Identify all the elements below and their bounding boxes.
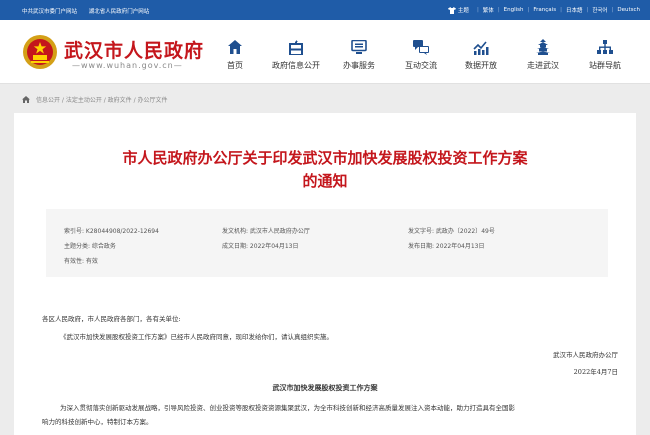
article-title-line-2: 的通知 <box>302 172 348 190</box>
divider: | <box>476 7 479 13</box>
top-bar: 中共武汉市委门户网站 湖北省人民政府门户网站 主题 | 繁体 | English… <box>0 0 650 20</box>
nav-label: 办事服务 <box>343 61 375 70</box>
lang-korean[interactable]: 한국어 <box>592 6 607 14</box>
nav-label: 站群导航 <box>589 61 621 70</box>
site-header: 武汉市人民政府 —www.wuhan.gov.cn— 首页 政府信息公开 办事服… <box>0 20 650 84</box>
top-links: 中共武汉市委门户网站 湖北省人民政府门户网站 <box>22 7 159 15</box>
meta-validity: 有效性: 有效 <box>64 258 98 265</box>
salutation: 各区人民政府，市人民政府各部门，各有关单位: <box>42 315 181 323</box>
meta-publish-date: 发布日期: 2022年04月13日 <box>408 243 485 250</box>
data-chart-icon <box>473 40 489 55</box>
meta-created-date: 成文日期: 2022年04月13日 <box>222 243 299 250</box>
nav-gov-info[interactable]: 政府信息公开 <box>265 38 327 78</box>
document-metadata: 索引号: K28044908/2022-12694 发文机构: 武汉市人民政府办… <box>46 209 608 277</box>
breadcrumb-path[interactable]: 信息公开 / 法定主动公开 / 政府文件 / 办公厅文件 <box>36 95 168 104</box>
meta-index-number: 索引号: K28044908/2022-12694 <box>64 228 159 235</box>
lang-german[interactable]: Deutsch <box>617 7 640 13</box>
site-map-icon <box>597 39 613 54</box>
site-title[interactable]: 武汉市人民政府 <box>64 36 204 63</box>
article-title-line-1: 市人民政府办公厅关于印发武汉市加快发展股权投资工作方案 <box>122 149 528 167</box>
site-url: —www.wuhan.gov.cn— <box>72 61 183 70</box>
nav-label: 数据开放 <box>465 61 497 70</box>
divider: | <box>527 7 530 13</box>
nav-home[interactable]: 首页 <box>222 38 248 78</box>
home-icon[interactable] <box>22 96 30 103</box>
breadcrumb: 信息公开 / 法定主动公开 / 政府文件 / 办公厅文件 <box>22 95 168 104</box>
theme-switch[interactable]: 主题 <box>447 6 469 14</box>
article-panel: 市人民政府办公厅关于印发武汉市加快发展股权投资工作方案 的通知 索引号: K28… <box>14 113 636 435</box>
lang-french[interactable]: Français <box>533 7 556 13</box>
meta-category: 主题分类: 综合政务 <box>64 243 116 250</box>
nav-label: 政府信息公开 <box>272 61 320 70</box>
theme-label: 主题 <box>457 8 469 14</box>
meta-publisher: 发文机构: 武汉市人民政府办公厅 <box>222 228 310 235</box>
nav-services[interactable]: 办事服务 <box>338 38 380 78</box>
document-heading: 武汉市加快发展股权投资工作方案 <box>272 383 378 392</box>
divider: | <box>560 7 562 13</box>
nav-label: 互动交流 <box>405 61 437 70</box>
service-desk-icon <box>351 40 367 54</box>
signer: 武汉市人民政府办公厅 <box>553 351 618 359</box>
interaction-icon <box>413 39 429 55</box>
government-building-icon <box>289 39 303 55</box>
shirt-icon <box>447 6 456 14</box>
top-link-province-gov[interactable]: 湖北省人民政府门户网站 <box>89 9 150 15</box>
nav-label: 首页 <box>227 61 243 70</box>
divider: | <box>586 7 589 13</box>
article-title: 市人民政府办公厅关于印发武汉市加快发展股权投资工作方案 的通知 <box>14 147 636 193</box>
divider: | <box>611 7 614 13</box>
home-icon <box>228 40 242 54</box>
national-emblem-icon[interactable] <box>22 34 58 70</box>
lang-traditional[interactable]: 繁体 <box>483 6 494 14</box>
landmark-tower-icon <box>536 39 550 55</box>
lang-japanese[interactable]: 日本語 <box>566 6 583 14</box>
nav-site-map[interactable]: 站群导航 <box>584 38 626 78</box>
nav-label: 走进武汉 <box>527 61 559 70</box>
divider: | <box>497 7 500 13</box>
nav-visit-wuhan[interactable]: 走进武汉 <box>522 38 564 78</box>
top-link-party-committee[interactable]: 中共武汉市委门户网站 <box>22 9 77 15</box>
language-bar: 主题 | 繁体 | English | Français | 日本語 | 한국어… <box>447 6 640 14</box>
paragraph-2-line-1: 为深入贯彻落实创新驱动发展战略，引导风险投资、创业投资等股权投资资源集聚武汉，为… <box>60 404 515 412</box>
lang-english[interactable]: English <box>504 7 524 13</box>
meta-document-number: 发文字号: 武政办〔2022〕49号 <box>408 228 495 235</box>
paragraph-1: 《武汉市加快发展股权投资工作方案》已经市人民政府同意，现印发给你们，请认真组织实… <box>60 333 333 341</box>
nav-interaction[interactable]: 互动交流 <box>400 38 442 78</box>
nav-open-data[interactable]: 数据开放 <box>460 38 502 78</box>
signing-date: 2022年4月7日 <box>573 368 618 376</box>
paragraph-2-line-2: 响力的科技创新中心，特制订本方案。 <box>42 418 153 426</box>
